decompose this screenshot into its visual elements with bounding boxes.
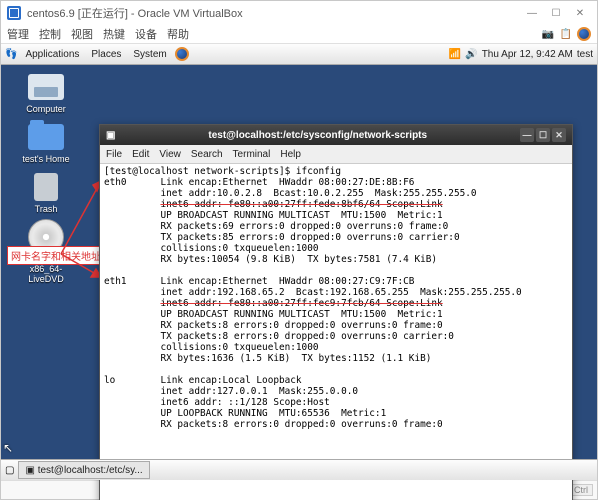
terminal-output: [test@localhost network-scripts]$ ifconf… <box>104 166 568 430</box>
terminal-body[interactable]: [test@localhost network-scripts]$ ifconf… <box>100 164 572 500</box>
virtualbox-window: centos6.9 [正在运行] - Oracle VM VirtualBox … <box>0 0 598 500</box>
vbox-toolbar-icon-2[interactable]: 📋 <box>559 27 573 41</box>
terminal-close-button[interactable]: ✕ <box>552 128 566 142</box>
folder-icon <box>28 124 64 150</box>
mouse-cursor-icon: ↖ <box>3 441 13 455</box>
terminal-menu-search[interactable]: Search <box>191 149 223 160</box>
terminal-minimize-button[interactable]: — <box>520 128 534 142</box>
vbox-menu-manage[interactable]: 管理 <box>7 26 29 42</box>
taskbar-terminal-icon: ▣ <box>25 465 34 476</box>
vbox-menu-help[interactable]: 帮助 <box>167 26 189 42</box>
terminal-menu-edit[interactable]: Edit <box>132 149 149 160</box>
gnome-places-menu[interactable]: Places <box>87 49 125 60</box>
terminal-menu-file[interactable]: File <box>106 149 122 160</box>
vbox-close-button[interactable]: ✕ <box>569 5 591 21</box>
terminal-title-text: test@localhost:/etc/sysconfig/network-sc… <box>115 130 520 141</box>
vbox-menu-hotkey[interactable]: 热键 <box>103 26 125 42</box>
terminal-app-icon: ▣ <box>106 130 115 141</box>
vbox-maximize-button[interactable]: ☐ <box>545 5 567 21</box>
vbox-toolbar-icon-1[interactable]: 📷 <box>541 27 555 41</box>
terminal-menubar: File Edit View Search Terminal Help <box>100 145 572 164</box>
virtualbox-icon <box>7 6 21 20</box>
guest-desktop[interactable]: 👣 Applications Places System 📶 🔊 Thu Apr… <box>1 44 597 480</box>
terminal-titlebar[interactable]: ▣ test@localhost:/etc/sysconfig/network-… <box>100 125 572 145</box>
terminal-window[interactable]: ▣ test@localhost:/etc/sysconfig/network-… <box>99 124 573 500</box>
vbox-menu-view[interactable]: 视图 <box>71 26 93 42</box>
gnome-system-menu[interactable]: System <box>129 49 170 60</box>
user-menu[interactable]: test <box>577 49 593 60</box>
gnome-applications-menu[interactable]: Applications <box>21 49 83 60</box>
terminal-menu-help[interactable]: Help <box>280 149 301 160</box>
network-icon[interactable]: 📶 <box>449 49 461 60</box>
vbox-menubar: 管理 控制 视图 热键 设备 帮助 📷 📋 <box>1 25 597 44</box>
terminal-menu-view[interactable]: View <box>159 149 181 160</box>
desktop-computer-label: Computer <box>26 104 66 114</box>
vbox-titlebar[interactable]: centos6.9 [正在运行] - Oracle VM VirtualBox … <box>1 1 597 25</box>
gnome-top-panel: 👣 Applications Places System 📶 🔊 Thu Apr… <box>1 44 597 65</box>
clock-text[interactable]: Thu Apr 12, 9:42 AM <box>482 49 573 60</box>
desktop-home-icon[interactable]: test's Home <box>11 122 81 164</box>
vbox-toolbar-icon-3[interactable] <box>577 27 591 41</box>
computer-icon <box>28 74 64 100</box>
terminal-menu-terminal[interactable]: Terminal <box>233 149 271 160</box>
volume-icon[interactable]: 🔊 <box>465 49 477 60</box>
show-desktop-button[interactable]: ▢ <box>5 465 14 476</box>
vbox-menu-control[interactable]: 控制 <box>39 26 61 42</box>
desktop-computer-icon[interactable]: Computer <box>11 72 81 114</box>
vbox-menu-devices[interactable]: 设备 <box>135 26 157 42</box>
gnome-logo-icon[interactable]: 👣 <box>5 49 17 60</box>
gnome-bottom-panel: ▢ ▣ test@localhost:/etc/sy... <box>1 459 597 480</box>
vbox-minimize-button[interactable]: — <box>521 5 543 21</box>
desktop-home-label: test's Home <box>22 154 69 164</box>
taskbar-terminal-button[interactable]: ▣ test@localhost:/etc/sy... <box>18 461 149 479</box>
terminal-maximize-button[interactable]: ☐ <box>536 128 550 142</box>
vbox-title-text: centos6.9 [正在运行] - Oracle VM VirtualBox <box>27 5 243 21</box>
firefox-launcher-icon[interactable] <box>175 47 189 61</box>
